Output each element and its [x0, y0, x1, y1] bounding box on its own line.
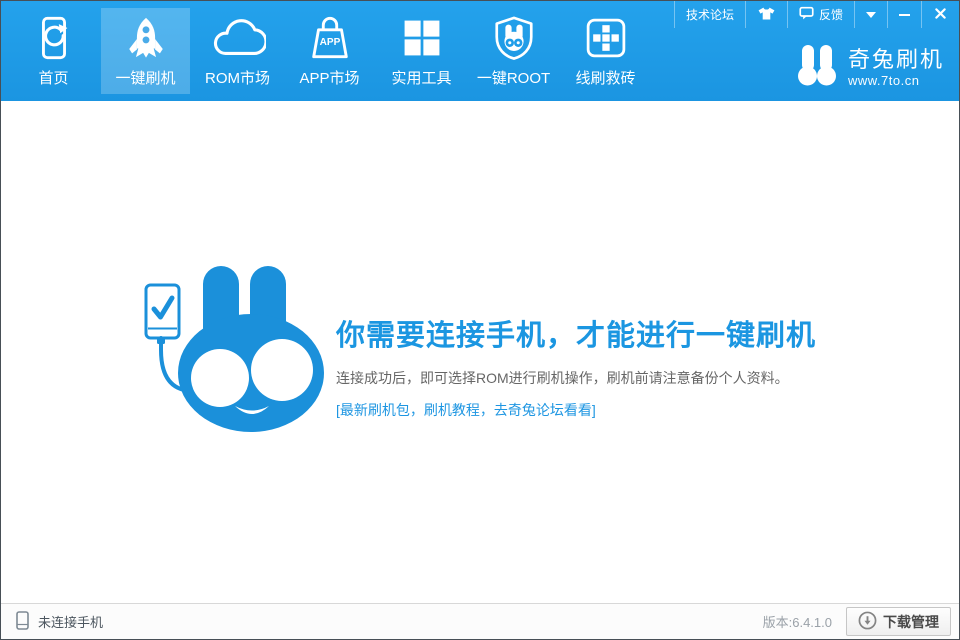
brand-site: www.7to.cn	[847, 72, 920, 88]
titlebar-controls: 技术论坛 反馈	[673, 1, 959, 28]
status-bar: 未连接手机 版本:6.4.1.0 下载管理	[1, 603, 959, 639]
tab-brick-rescue-label: 线刷救砖	[575, 70, 636, 87]
download-manager-label: 下载管理	[883, 613, 939, 630]
tab-rom-market-label: ROM市场	[205, 70, 270, 87]
feedback-bubble-icon	[799, 6, 814, 24]
app-bag-icon: APP	[307, 14, 353, 62]
app-window: 首页 一键刷机 ROM市场 APP APP市场 实用工具 一键ROOT 线刷救砖…	[0, 0, 960, 640]
tab-home[interactable]: 首页	[9, 8, 98, 94]
tab-home-label: 首页	[38, 70, 69, 87]
close-icon	[935, 7, 946, 22]
app-bag-text: APP	[319, 37, 340, 48]
brick-rescue-icon	[584, 14, 628, 62]
tab-tools-label: 实用工具	[391, 70, 452, 87]
menu-button[interactable]	[854, 1, 887, 28]
tab-app-market[interactable]: APP APP市场	[285, 8, 374, 94]
tab-one-key-flash-label: 一键刷机	[115, 70, 176, 87]
rocket-icon	[123, 14, 169, 62]
skin-button[interactable]	[744, 1, 787, 28]
connection-status-text: 未连接手机	[38, 615, 104, 630]
connect-description: 连接成功后，即可选择ROM进行刷机操作，刷机前请注意备份个人资料。	[336, 370, 789, 386]
download-manager-button[interactable]: 下载管理	[846, 607, 951, 636]
connection-status: 未连接手机	[16, 610, 104, 633]
rabbit-phone-illustration	[116, 266, 328, 443]
tab-brick-rescue[interactable]: 线刷救砖	[561, 8, 650, 94]
feedback-label: 反馈	[818, 8, 843, 22]
brand-name: 奇兔刷机	[847, 46, 944, 72]
tab-tools[interactable]: 实用工具	[377, 8, 466, 94]
cloud-icon	[210, 14, 266, 62]
minimize-icon	[899, 13, 910, 16]
version-text: 版本:6.4.1.0	[762, 615, 832, 630]
close-button[interactable]	[921, 1, 959, 28]
forum-resources-link[interactable]: [最新刷机包，刷机教程，去奇兔论坛看看]	[336, 400, 596, 420]
root-shield-icon	[491, 14, 537, 62]
main-content: 你需要连接手机，才能进行一键刷机 连接成功后，即可选择ROM进行刷机操作，刷机前…	[1, 101, 959, 603]
tools-grid-icon	[400, 14, 444, 62]
tab-rom-market[interactable]: ROM市场	[193, 8, 282, 94]
main-nav: 首页 一键刷机 ROM市场 APP APP市场 实用工具 一键ROOT 线刷救砖	[9, 8, 650, 94]
brand-logo: 奇兔刷机 www.7to.cn	[795, 43, 944, 92]
tab-one-key-flash[interactable]: 一键刷机	[101, 8, 190, 94]
tshirt-skin-icon	[757, 6, 776, 24]
minimize-button[interactable]	[887, 1, 921, 28]
connect-heading: 你需要连接手机，才能进行一键刷机	[336, 320, 817, 352]
feedback-button[interactable]: 反馈	[786, 1, 854, 28]
tab-one-key-root-label: 一键ROOT	[476, 70, 551, 87]
connect-prompt: 你需要连接手机，才能进行一键刷机 连接成功后，即可选择ROM进行刷机操作，刷机前…	[116, 266, 816, 443]
tab-app-market-label: APP市场	[299, 70, 360, 87]
forum-link-label: 技术论坛	[685, 8, 734, 22]
rabbit-logo-icon	[795, 43, 839, 92]
home-phone-refresh-icon	[31, 14, 77, 62]
dropdown-caret-icon	[866, 11, 876, 18]
forum-link[interactable]: 技术论坛	[673, 1, 745, 28]
download-circle-icon	[858, 611, 877, 633]
header-bar: 首页 一键刷机 ROM市场 APP APP市场 实用工具 一键ROOT 线刷救砖…	[1, 1, 959, 101]
tab-one-key-root[interactable]: 一键ROOT	[469, 8, 558, 94]
phone-status-icon	[16, 610, 29, 633]
